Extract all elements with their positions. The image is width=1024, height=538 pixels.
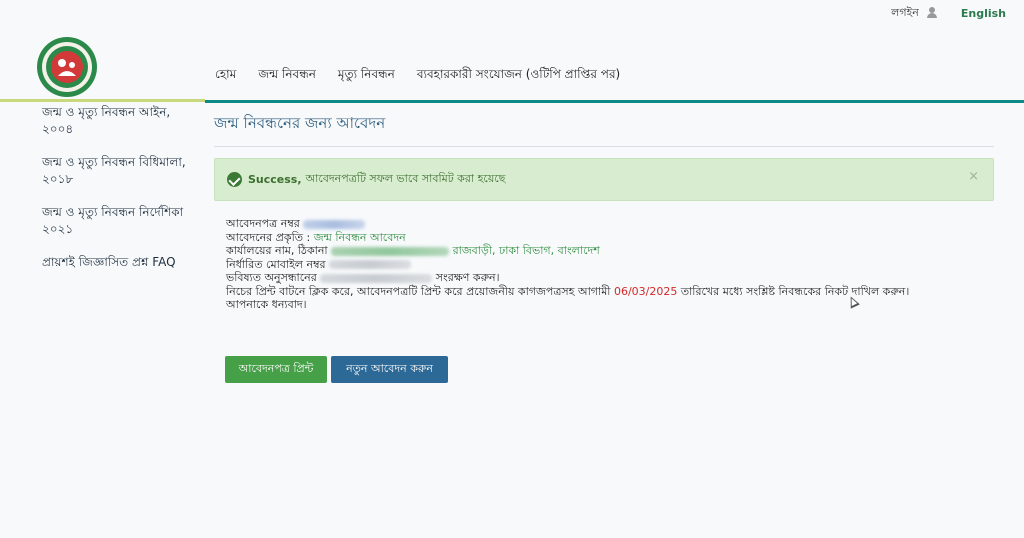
- new-application-button[interactable]: নতুন আবেদন করুন: [331, 356, 448, 383]
- header-divider-left: [0, 99, 205, 102]
- instruction-end: তারিখের মধ্যে সংশ্লিষ্ট নিবন্ধকের নিকট দ…: [680, 284, 910, 298]
- print-application-button[interactable]: আবেদনপত্র প্রিন্ট: [225, 356, 327, 383]
- detail-application-no: আবেদনপত্র নম্বর: [226, 217, 994, 231]
- success-alert: Success, আবেদনপত্রটি সফল ভাবে সাবমিট করা…: [214, 158, 994, 201]
- future-ref-end: সংরক্ষণ করুন।: [435, 271, 500, 284]
- office-value: রাজবাড়ী, ঢাকা বিভাগ, বাংলাদেশ: [452, 244, 600, 257]
- nav-death-registration[interactable]: মৃত্যু নিবন্ধন: [338, 66, 395, 86]
- nav-user-add[interactable]: ব্যবহারকারী সংযোজন (ওটিপি প্রাপ্তির পর): [417, 66, 620, 86]
- close-icon[interactable]: ×: [968, 169, 979, 184]
- application-no-label: আবেদনপত্র নম্বর: [226, 217, 300, 230]
- mobile-label: নির্ধারিত মোবাইল নম্বর: [226, 257, 326, 271]
- main-content: জন্ম নিবন্ধনের জন্য আবেদন Success, আবেদন…: [214, 110, 994, 312]
- nav-home[interactable]: হোম: [215, 66, 236, 86]
- office-label: কার্যালয়ের নাম, ঠিকানা: [226, 244, 328, 257]
- title-divider: [214, 146, 994, 147]
- alert-message: আবেদনপত্রটি সফল ভাবে সাবমিট করা হয়েছে: [305, 172, 506, 185]
- sidebar-item-act-2004[interactable]: জন্ম ও মৃত্যু নিবন্ধন আইন, ২০০৪: [42, 104, 202, 138]
- redacted-mobile: [329, 260, 412, 269]
- sidebar-item-guideline-2021[interactable]: জন্ম ও মৃত্যু নিবন্ধন নির্দেশিকা ২০২১: [42, 204, 202, 238]
- user-icon[interactable]: [926, 7, 937, 19]
- application-type-value: জন্ম নিবন্ধন আবেদন: [313, 230, 406, 244]
- detail-mobile: নির্ধারিত মোবাইল নম্বর: [226, 258, 994, 272]
- redacted-future-ref: [320, 273, 433, 283]
- nav-birth-registration[interactable]: জন্ম নিবন্ধন: [258, 66, 316, 86]
- language-toggle[interactable]: English: [961, 7, 1006, 20]
- check-circle-icon: [227, 172, 242, 187]
- login-link[interactable]: লগইন: [891, 4, 919, 23]
- redacted-office: [331, 246, 450, 256]
- alert-strong-text: Success,: [248, 173, 302, 186]
- instruction-start: নিচের প্রিন্ট বাটনে ক্লিক করে, আবেদনপত্র…: [226, 284, 611, 298]
- main-nav: হোম জন্ম নিবন্ধন মৃত্যু নিবন্ধন ব্যবহারক…: [215, 66, 620, 86]
- top-utility-bar: লগইন English: [891, 4, 1006, 22]
- application-type-label: আবেদনের প্রকৃতি :: [226, 230, 311, 244]
- sidebar-item-rules-2018[interactable]: জন্ম ও মৃত্যু নিবন্ধন বিধিমালা, ২০১৮: [42, 154, 202, 188]
- future-ref-start: ভবিষ্যত অনুসন্ধানের: [226, 271, 317, 284]
- detail-application-type: আবেদনের প্রকৃতি : জন্ম নিবন্ধন আবেদন: [226, 231, 994, 245]
- detail-office: কার্যালয়ের নাম, ঠিকানা রাজবাড়ী, ঢাকা ব…: [226, 244, 994, 258]
- detail-instruction: নিচের প্রিন্ট বাটনে ক্লিক করে, আবেদনপত্র…: [226, 285, 994, 299]
- action-buttons: আবেদনপত্র প্রিন্ট নতুন আবেদন করুন: [225, 356, 448, 383]
- sidebar: জন্ম ও মৃত্যু নিবন্ধন আইন, ২০০৪ জন্ম ও ম…: [42, 104, 202, 287]
- application-details: আবেদনপত্র নম্বর আবেদনের প্রকৃতি : জন্ম ন…: [226, 217, 994, 312]
- redacted-application-no: [303, 219, 366, 229]
- header-divider-right: [205, 100, 1024, 103]
- deadline-date: 06/03/2025: [613, 284, 678, 298]
- government-logo[interactable]: [36, 36, 98, 98]
- sidebar-item-faq[interactable]: প্রায়শই জিজ্ঞাসিত প্রশ্ন FAQ: [42, 254, 202, 271]
- detail-future-ref: ভবিষ্যত অনুসন্ধানের সংরক্ষণ করুন।: [226, 271, 994, 285]
- detail-thanks: আপনাকে ধন্যবাদ।: [226, 298, 307, 311]
- page-title: জন্ম নিবন্ধনের জন্য আবেদন: [214, 114, 386, 132]
